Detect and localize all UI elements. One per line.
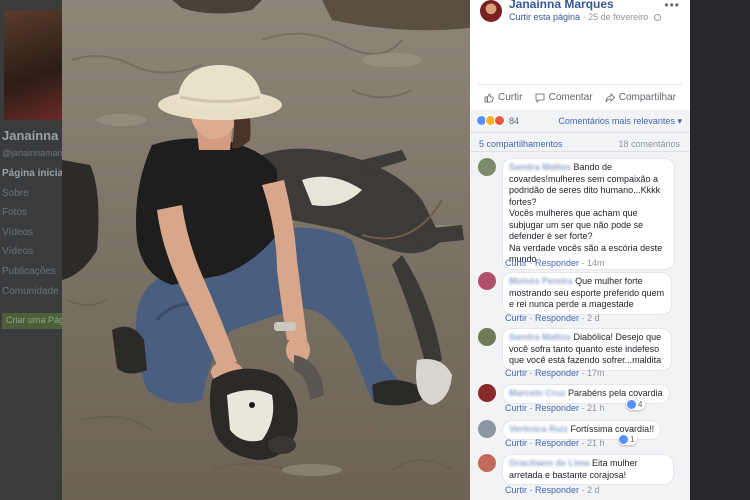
comment-sort-dropdown[interactable]: Comentários mais relevantes ▾	[558, 116, 682, 127]
comment-like-badge[interactable]: 4	[626, 398, 646, 410]
share-label: Compartilhar	[618, 92, 676, 103]
background-nav-item: Comunidade	[2, 285, 59, 297]
comment-like-count: 4	[638, 399, 643, 409]
comment-reply-link[interactable]: Responder	[535, 485, 579, 495]
angry-reaction-icon	[494, 115, 505, 126]
comment-sort-label: Comentários mais relevantes	[558, 116, 675, 126]
commenter-avatar[interactable]	[478, 158, 496, 176]
comment-actions: Curtir · Responder · 21 h	[505, 403, 605, 413]
comment-bubble: Moisés Pereira Que mulher forte mostrand…	[502, 272, 672, 315]
comment-button[interactable]: Comentar	[535, 92, 593, 103]
comments-count[interactable]: 18 comentários	[618, 139, 680, 149]
commenter-avatar[interactable]	[478, 272, 496, 290]
chevron-down-icon: ▾	[677, 116, 682, 126]
comment-like-link[interactable]: Curtir	[505, 313, 527, 323]
comment-actions: Curtir · Responder · 17m	[505, 368, 605, 378]
comment-reply-link[interactable]: Responder	[535, 313, 579, 323]
background-nav-item: Publicações	[2, 265, 56, 277]
background-profile-photo	[4, 10, 62, 120]
background-page-handle: @janainnamarq	[2, 148, 62, 158]
background-nav-item: Vídeos	[2, 226, 34, 238]
commenter-name[interactable]: Marcelo Cruz	[509, 388, 566, 398]
comment-time[interactable]: 17m	[587, 368, 605, 378]
reaction-count: 84	[509, 115, 520, 126]
like-label: Curtir	[498, 92, 523, 103]
speech-bubble-icon	[535, 93, 545, 103]
commenter-name[interactable]: Verônica Ruiz	[509, 424, 568, 434]
commenter-name[interactable]: Graciliano de Lima	[509, 458, 590, 468]
comment-like-link[interactable]: Curtir	[505, 403, 527, 413]
comment-text: Fortíssima covardia!!	[570, 424, 655, 434]
commenter-name[interactable]: Sandra Mattos	[509, 332, 571, 342]
comment-like-link[interactable]: Curtir	[505, 258, 527, 268]
comment-bubble: Sandra Mattos Bando de covardes!mulheres…	[502, 158, 675, 270]
author-avatar[interactable]	[480, 0, 502, 22]
comment-like-link[interactable]: Curtir	[505, 485, 527, 495]
comment-actions: Curtir · Responder · 2 d	[505, 313, 600, 323]
comment-like-count: 1	[630, 434, 635, 444]
post-panel: Janaínna Marques Curtir esta página · 25…	[470, 0, 690, 500]
comment-actions: Curtir · Responder · 2 d	[505, 485, 600, 495]
like-button[interactable]: Curtir	[484, 92, 522, 103]
comment-time[interactable]: 14m	[587, 258, 605, 268]
background-page: Janaínna I @janainnamarq Página inicial …	[0, 0, 62, 500]
background-nav: Página inicial Sobre Fotos Vídeos Vídeos…	[2, 168, 62, 305]
comment-actions: Curtir · Responder · 14m	[505, 258, 605, 268]
comment-bubble: Graciliano de Lima Eita mulher arretada …	[502, 454, 674, 485]
comment-actions: Curtir · Responder · 21 h	[505, 438, 605, 448]
comment-reply-link[interactable]: Responder	[535, 438, 579, 448]
background-nav-item: Sobre	[2, 187, 29, 199]
post-meta: Curtir esta página · 25 de fevereiro	[509, 12, 661, 22]
comment-like-badge[interactable]: 1	[618, 433, 638, 445]
share-button[interactable]: Compartilhar	[605, 92, 676, 103]
commenter-avatar[interactable]	[478, 328, 496, 346]
shares-count[interactable]: 5 compartilhamentos	[479, 139, 563, 149]
post-stats: 5 compartilhamentos 18 comentários	[470, 132, 690, 152]
share-arrow-icon	[605, 92, 615, 102]
author-name[interactable]: Janaínna Marques	[509, 0, 614, 11]
comment-reply-link[interactable]: Responder	[535, 403, 579, 413]
like-reaction-icon	[627, 399, 636, 409]
photo-illustration	[62, 0, 470, 500]
post-actions: Curtir Comentar Compartilhar	[478, 84, 682, 110]
comment-reply-link[interactable]: Responder	[535, 258, 579, 268]
comment-reply-link[interactable]: Responder	[535, 368, 579, 378]
comment-time[interactable]: 21 h	[587, 438, 605, 448]
more-horizontal-icon[interactable]: •••	[664, 0, 680, 12]
comment-bubble: Verônica Ruiz Fortíssima covardia!!	[502, 420, 662, 440]
commenter-name[interactable]: Moisés Pereira	[509, 276, 573, 286]
comment-like-link[interactable]: Curtir	[505, 438, 527, 448]
comment-time[interactable]: 21 h	[587, 403, 605, 413]
commenter-avatar[interactable]	[478, 420, 496, 438]
commenter-name[interactable]: Sandra Mattos	[509, 162, 571, 172]
like-reaction-icon	[619, 434, 628, 444]
background-nav-item: Vídeos	[2, 246, 34, 258]
background-page-name: Janaínna I	[2, 128, 62, 143]
reactions-summary[interactable]: 84	[476, 115, 519, 126]
commenter-avatar[interactable]	[478, 454, 496, 472]
comment-like-link[interactable]: Curtir	[505, 368, 527, 378]
post-header: Janaínna Marques Curtir esta página · 25…	[470, 0, 690, 82]
background-right-strip	[690, 0, 750, 500]
background-nav-item: Página inicial	[2, 168, 62, 179]
comment-bubble: Sandra Mattos Diabólica! Desejo que você…	[502, 328, 672, 371]
background-create-page-button: Criar uma Página	[2, 313, 62, 329]
like-page-link[interactable]: Curtir esta página	[509, 12, 580, 22]
background-nav-item: Fotos	[2, 207, 28, 219]
thumbs-up-icon	[484, 93, 494, 102]
comment-label: Comentar	[548, 92, 593, 103]
comment-text: Parabéns pela covardia	[568, 388, 663, 398]
comment-text: Bando de covardes!mulheres sem compaixão…	[509, 162, 663, 264]
comment-time[interactable]: 2 d	[587, 485, 600, 495]
comment-time[interactable]: 2 d	[587, 313, 600, 323]
globe-icon	[653, 14, 661, 22]
post-photo[interactable]	[62, 0, 470, 500]
post-date[interactable]: 25 de fevereiro	[588, 12, 648, 22]
commenter-avatar[interactable]	[478, 384, 496, 402]
